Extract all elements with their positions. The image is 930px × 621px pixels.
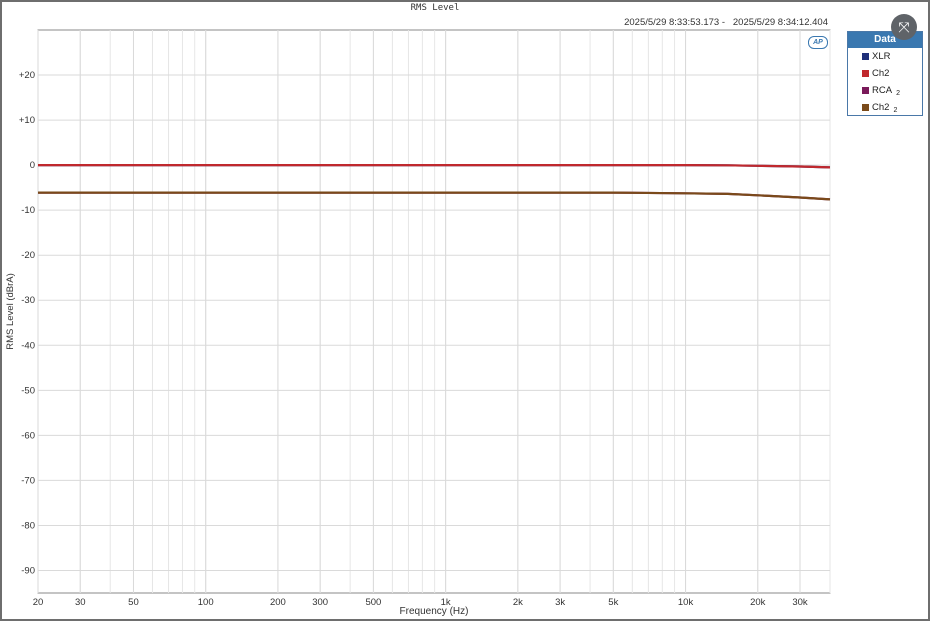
y-tick-label: -90: [21, 565, 35, 576]
legend-swatch: [862, 53, 869, 60]
y-tick-label: -80: [21, 520, 35, 531]
x-tick-label: 3k: [555, 597, 565, 608]
y-tick-label: +20: [19, 70, 35, 81]
ap-logo-icon: AP: [808, 36, 828, 49]
y-tick-label: -10: [21, 205, 35, 216]
y-tick-label: -70: [21, 475, 35, 486]
legend-label: Ch2: [872, 68, 890, 79]
x-tick-label: 20: [33, 597, 44, 608]
legend-swatch: [862, 104, 869, 111]
legend-item[interactable]: Ch2 2: [848, 99, 922, 116]
legend-subscript: 2: [896, 90, 900, 97]
x-tick-label: 200: [270, 597, 286, 608]
x-tick-label: 500: [365, 597, 381, 608]
y-tick-label: -40: [21, 340, 35, 351]
legend-item[interactable]: XLR: [848, 48, 922, 65]
x-axis-label: Frequency (Hz): [400, 606, 469, 617]
y-tick-label: -20: [21, 250, 35, 261]
x-tick-label: 30: [75, 597, 86, 608]
x-tick-label: 20k: [750, 597, 766, 608]
x-tick-label: 100: [198, 597, 214, 608]
x-tick-label: 2k: [513, 597, 523, 608]
x-tick-label: 10k: [678, 597, 694, 608]
y-tick-label: -60: [21, 430, 35, 441]
legend-label: XLR: [872, 51, 891, 62]
legend-subscript: 2: [893, 107, 898, 114]
legend-swatch: [862, 70, 869, 77]
y-tick-label: -30: [21, 295, 35, 306]
x-tick-label: 50: [128, 597, 139, 608]
y-tick-label: +10: [19, 115, 35, 126]
plot-area[interactable]: 20 30 50 100 200 300 500 1k 2k 3k 5k 10k 20k 30k+20+1…: [0, 0, 930, 621]
legend-item[interactable]: Ch2: [848, 65, 922, 82]
x-tick-label: 30k: [792, 597, 808, 608]
y-axis-label: RMS Level (dBrA): [5, 273, 16, 350]
x-tick-label: 5k: [608, 597, 618, 608]
legend-panel[interactable]: Data XLR Ch2 RCA 2 Ch2 2: [847, 31, 923, 116]
y-tick-label: 0: [30, 160, 35, 171]
legend-label: Ch2: [872, 102, 890, 113]
plot-frame: [37, 29, 831, 594]
legend-swatch: [862, 87, 869, 94]
x-tick-label: 300: [312, 597, 328, 608]
y-tick-label: -50: [21, 385, 35, 396]
legend-label: RCA: [872, 85, 893, 96]
legend-item[interactable]: RCA 2: [848, 82, 922, 99]
close-icon[interactable]: ⤧: [891, 14, 917, 40]
